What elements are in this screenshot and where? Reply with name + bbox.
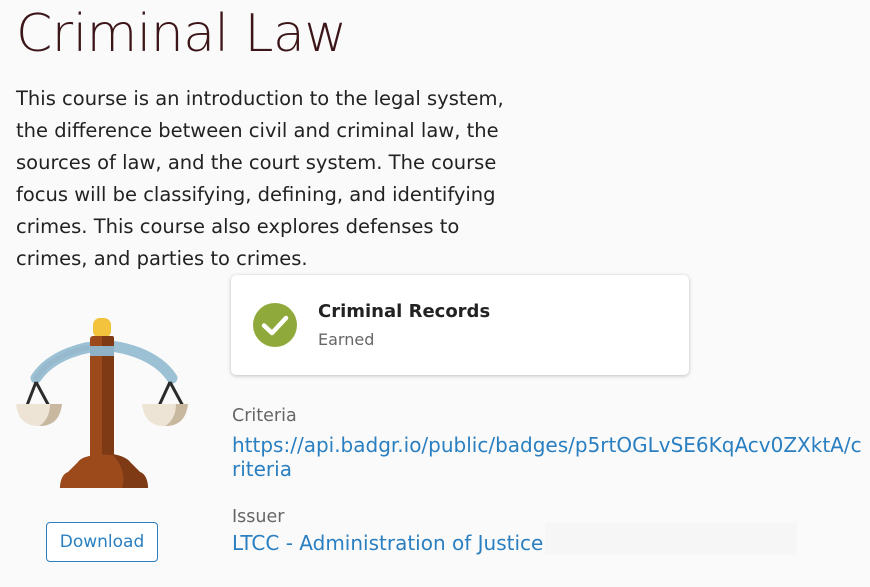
criteria-link[interactable]: https://api.badgr.io/public/badges/p5rtO… — [232, 433, 862, 481]
status-card: Criminal Records Earned — [231, 275, 689, 375]
scales-of-justice-icon — [16, 318, 188, 488]
download-button[interactable]: Download — [46, 522, 158, 562]
badge-page: Criminal Law This course is an introduct… — [0, 0, 870, 587]
issuer-background — [545, 523, 797, 555]
status-text: Earned — [318, 330, 375, 349]
course-description: This course is an introduction to the le… — [16, 87, 504, 270]
card-title: Criminal Records — [318, 301, 491, 322]
page-title: Criminal Law — [16, 4, 347, 64]
criteria-label: Criteria — [232, 406, 297, 426]
issuer-label: Issuer — [232, 507, 285, 527]
check-circle-icon — [253, 303, 297, 347]
issuer-link[interactable]: LTCC - Administration of Justice — [232, 531, 543, 555]
